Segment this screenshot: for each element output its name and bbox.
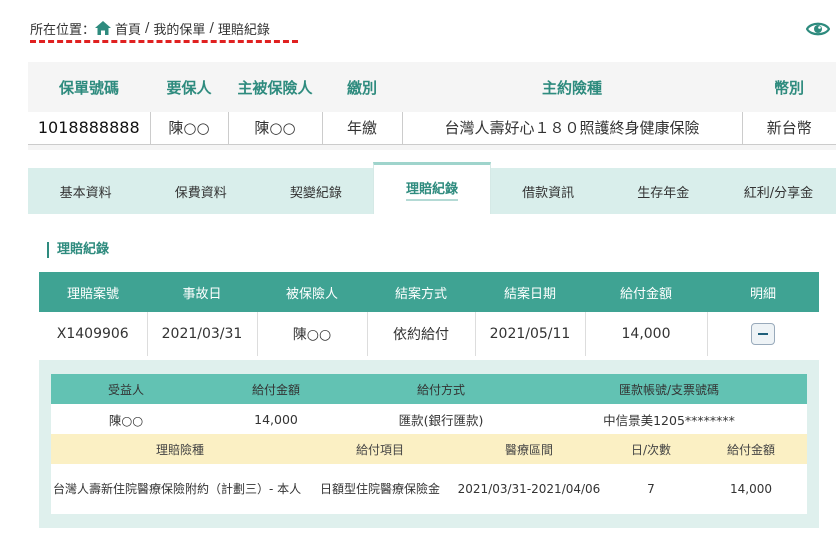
item-days: 7 (607, 464, 695, 514)
breadcrumb-underline (30, 40, 298, 43)
payment-header-method: 給付方式 (351, 374, 531, 404)
payment-table: 受益人 給付金額 給付方式 匯款帳號/支票號碼 陳○○ 14,000 匯款(銀行… (51, 374, 807, 434)
tab-basic-info[interactable]: 基本資料 (28, 168, 143, 214)
policy-table: 保單號碼 要保人 主被保險人 繳別 主約險種 幣別 1018888888 陳○○… (28, 62, 836, 145)
payment-account: 中信景美1205******** (531, 404, 807, 434)
tab-bar: 基本資料 保費資料 契變紀錄 理賠紀錄 借款資訊 生存年金 紅利/分享金 (28, 162, 836, 214)
claims-table: 理賠案號 事故日 被保險人 結案方式 結案日期 給付金額 明細 X1409906… (39, 272, 819, 356)
claims-header-closing-method: 結案方式 (367, 272, 475, 312)
item-plan: 台灣人壽新住院醫療保險附約（計劃三）- 本人 (51, 464, 309, 514)
payment-beneficiary: 陳○○ (51, 404, 201, 434)
claim-closing-date: 2021/05/11 (475, 312, 586, 356)
item-header-plan: 理賠險種 (51, 434, 309, 464)
claim-closing-method: 依約給付 (367, 312, 476, 356)
payment-header-beneficiary: 受益人 (51, 374, 201, 404)
item-benefit: 日額型住院醫療保險金 (309, 464, 451, 514)
policy-main-plan: 台灣人壽好心１８０照護終身健康保險 (402, 112, 743, 145)
payment-method: 匯款(銀行匯款) (351, 404, 531, 434)
benefit-items-table: 理賠險種 給付項目 醫療區間 日/次數 給付金額 台灣人壽新住院醫療保險附約（計… (51, 434, 807, 514)
claims-header-closing-date: 結案日期 (475, 272, 585, 312)
tab-dividends[interactable]: 紅利/分享金 (721, 168, 836, 214)
policy-number: 1018888888 (28, 112, 151, 145)
eye-icon[interactable] (806, 20, 830, 38)
claim-detail-cell (707, 312, 819, 356)
claim-insured: 陳○○ (257, 312, 368, 356)
tab-premium-info[interactable]: 保費資料 (143, 168, 258, 214)
policy-header-payment-mode: 繳別 (346, 78, 377, 97)
tab-survival-annuity[interactable]: 生存年金 (606, 168, 721, 214)
policy-header-insured: 主被保險人 (237, 78, 313, 97)
item-period: 2021/03/31-2021/04/06 (451, 464, 607, 514)
policy-header-main-plan: 主約險種 (541, 78, 602, 97)
policy-header-applicant: 要保人 (166, 78, 212, 97)
claim-amount: 14,000 (585, 312, 708, 356)
item-header-benefit: 給付項目 (309, 434, 451, 464)
section-title: 理賠紀錄 (47, 242, 109, 258)
breadcrumb-current: 理賠紀錄 (217, 22, 270, 38)
payment-header-account: 匯款帳號/支票號碼 (531, 374, 807, 404)
collapse-detail-button[interactable] (751, 323, 776, 345)
claim-case-no: X1409906 (39, 312, 148, 356)
breadcrumb-label: 所在位置： (30, 22, 96, 38)
policy-summary: 保單號碼 要保人 主被保險人 繳別 主約險種 幣別 1018888888 陳○○… (28, 62, 836, 150)
claim-detail-panel: 受益人 給付金額 給付方式 匯款帳號/支票號碼 陳○○ 14,000 匯款(銀行… (39, 360, 819, 528)
claims-header-detail: 明細 (707, 272, 819, 312)
tab-claims-records[interactable]: 理賠紀錄 (373, 162, 491, 214)
breadcrumb-home[interactable]: 首頁 (115, 19, 141, 38)
policy-header-number: 保單號碼 (58, 78, 119, 97)
item-header-amount: 給付金額 (695, 434, 807, 464)
policy-insured: 陳○○ (228, 112, 323, 145)
item-header-days: 日/次數 (607, 434, 695, 464)
breadcrumb-separator: / (145, 20, 150, 36)
claims-header-insured: 被保險人 (257, 272, 367, 312)
home-icon[interactable] (95, 21, 112, 35)
breadcrumb-my-policy[interactable]: 我的保單 (153, 19, 205, 38)
item-amount: 14,000 (695, 464, 807, 514)
claim-accident-date: 2021/03/31 (147, 312, 258, 356)
item-header-period: 醫療區間 (451, 434, 607, 464)
table-row: 陳○○ 14,000 匯款(銀行匯款) 中信景美1205******** (51, 404, 807, 434)
claims-header-case-no: 理賠案號 (39, 272, 147, 312)
policy-payment-mode: 年繳 (322, 112, 403, 145)
table-row: 台灣人壽新住院醫療保險附約（計劃三）- 本人 日額型住院醫療保險金 2021/0… (51, 464, 807, 514)
payment-amount: 14,000 (201, 404, 351, 434)
policy-applicant: 陳○○ (150, 112, 229, 145)
policy-currency: 新台幣 (742, 112, 836, 145)
tab-policy-changes[interactable]: 契變紀錄 (258, 168, 373, 214)
claims-header-accident-date: 事故日 (147, 272, 257, 312)
table-row: X1409906 2021/03/31 陳○○ 依約給付 2021/05/11 … (39, 312, 819, 356)
claims-header-amount: 給付金額 (585, 272, 707, 312)
policy-header-currency: 幣別 (773, 78, 804, 97)
tab-loan-info[interactable]: 借款資訊 (491, 168, 606, 214)
breadcrumb-separator: / (209, 20, 214, 36)
payment-header-amount: 給付金額 (201, 374, 351, 404)
